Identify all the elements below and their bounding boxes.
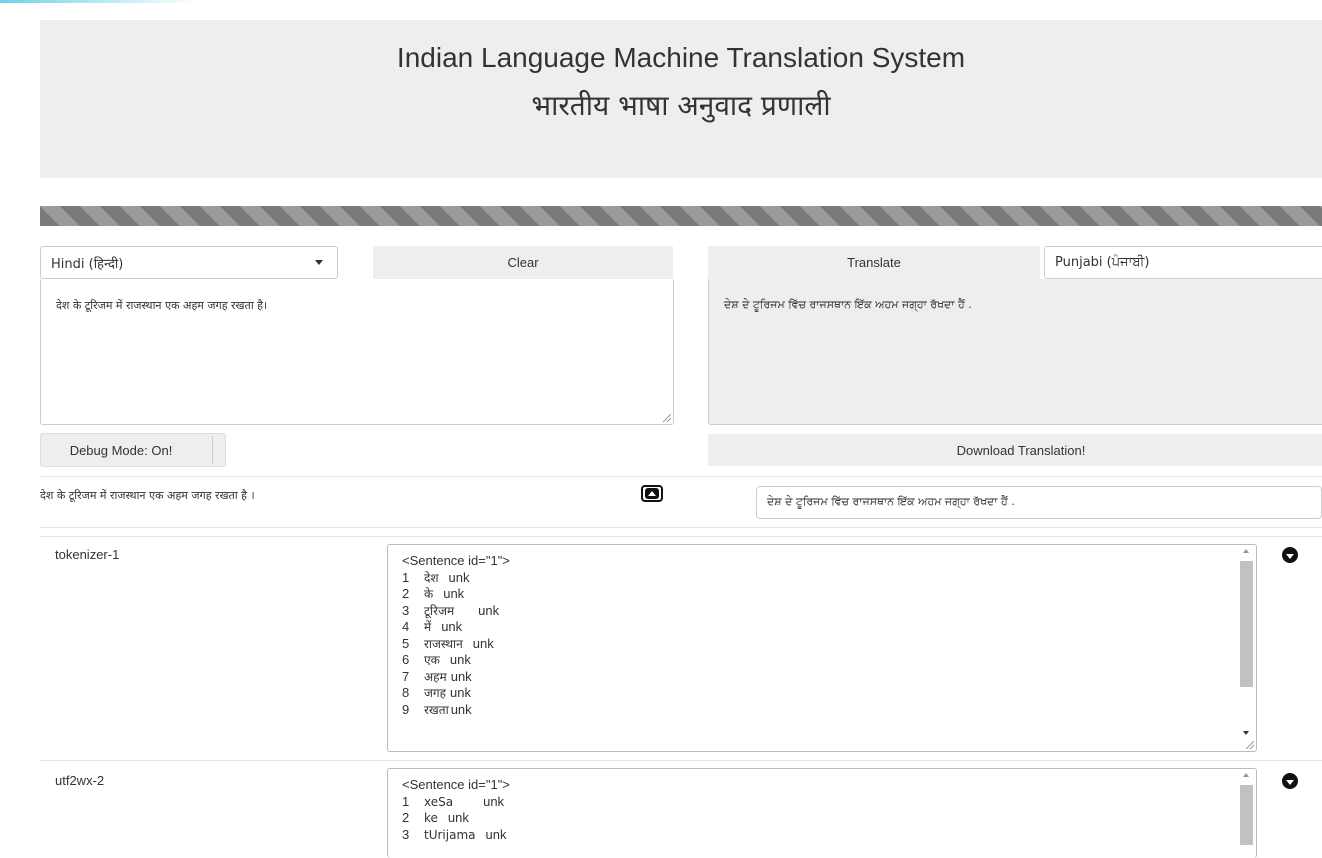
debug-output-sentence[interactable]: ਦੇਸ਼ ਦੇ ਟੂਰਿਜਮ ਵਿੱਚ ਰਾਜਸਥਾਨ ਇੱਕ ਅਹਮ ਜਗ੍ਹ…	[756, 486, 1322, 519]
list-item: 5 राजस्थान unk	[402, 635, 494, 651]
source-text-input[interactable]: देश के टूरिजम में राजस्थान एक अहम जगह रख…	[40, 279, 674, 425]
scrollbar[interactable]	[1240, 547, 1253, 749]
translation-output-area: ਦੇਸ਼ ਦੇ ਟੂਰਿਜਮ ਵਿੱਚ ਰਾਜਸਥਾਨ ਇੱਕ ਅਹਮ ਜਗ੍ਹ…	[708, 279, 1322, 425]
page-header: Indian Language Machine Translation Syst…	[40, 20, 1322, 178]
list-item: 9 रखता unk	[402, 701, 472, 717]
list-item: 3 tUrijama unk	[402, 826, 507, 842]
target-language-label: Punjabi (ਪੰਜਾਬੀ)	[1055, 255, 1150, 270]
list-item: 6 एक unk	[402, 652, 471, 667]
scroll-down-icon[interactable]	[1243, 731, 1249, 735]
clear-button[interactable]: Clear	[373, 246, 673, 279]
page-subtitle: भारतीय भाषा अनुवाद प्रणाली	[531, 89, 831, 122]
debug-mode-label: Debug Mode: On!	[69, 442, 173, 458]
module-name-utf2wx: utf2wx-2	[55, 773, 105, 788]
page-title: Indian Language Machine Translation Syst…	[396, 42, 966, 73]
list-item: 1 देश unk	[402, 569, 470, 585]
translate-button[interactable]: Translate	[708, 246, 1040, 279]
list-item: 4 में unk	[402, 619, 463, 634]
expand-down-icon[interactable]	[1282, 773, 1298, 789]
module-sentence-header: <Sentence id="1">	[402, 777, 510, 792]
module-output-tokenizer[interactable]: <Sentence id="1"> 1 देश unk 2 के unk 3 टूरिजम…	[387, 544, 1257, 752]
target-language-select[interactable]: Punjabi (ਪੰਜਾਬੀ)	[1044, 246, 1322, 279]
divider	[40, 527, 1322, 528]
expand-down-icon[interactable]	[1282, 547, 1298, 563]
scrollbar-thumb[interactable]	[1240, 561, 1253, 687]
list-item: 8 जगह unk	[402, 685, 472, 700]
module-output-utf2wx[interactable]: <Sentence id="1"> 1 xeSa unk 2 ke unk 3 tUrij…	[387, 768, 1257, 858]
divider	[40, 476, 1322, 477]
module-sentence-header: <Sentence id="1">	[402, 553, 510, 568]
debug-source-sentence: देश के टूरिजम में राजस्थान एक अहम जगह रख…	[40, 489, 255, 502]
collapse-up-icon[interactable]	[641, 485, 663, 502]
top-accent-bar	[0, 0, 200, 3]
source-text-value: देश के टूरिजम में राजस्थान एक अहम जगह रख…	[56, 299, 268, 312]
scrollbar-thumb[interactable]	[1240, 785, 1253, 845]
download-translation-button[interactable]: Download Translation!	[708, 434, 1322, 466]
debug-toggle-divider	[212, 436, 213, 464]
translation-output-value: ਦੇਸ਼ ਦੇ ਟੂਰਿਜਮ ਵਿੱਚ ਰਾਜਸਥਾਨ ਇੱਕ ਅਹਮ ਜਗ੍ਹ…	[724, 298, 972, 311]
progress-bar	[40, 206, 1322, 226]
list-item: 3 टूरिजम unk	[402, 602, 500, 618]
chevron-down-icon	[315, 260, 323, 265]
module-name-tokenizer: tokenizer-1	[55, 547, 120, 562]
list-item: 7 अहम unk	[402, 668, 472, 684]
divider	[40, 760, 1322, 761]
list-item: 2 ke unk	[402, 810, 469, 825]
scroll-up-icon[interactable]	[1243, 773, 1249, 777]
source-language-select[interactable]: Hindi (हिन्दी)	[40, 246, 338, 279]
divider	[40, 536, 1322, 537]
list-item: 1 xeSa unk	[402, 793, 505, 809]
debug-mode-button[interactable]: Debug Mode: On!	[40, 433, 226, 467]
resize-handle-icon[interactable]	[663, 414, 671, 422]
list-item: 2 के unk	[402, 586, 465, 601]
source-language-label: Hindi (हिन्दी)	[51, 256, 124, 272]
scroll-up-icon[interactable]	[1243, 549, 1249, 553]
resize-handle-icon[interactable]	[1246, 741, 1254, 749]
scrollbar[interactable]	[1240, 771, 1253, 856]
